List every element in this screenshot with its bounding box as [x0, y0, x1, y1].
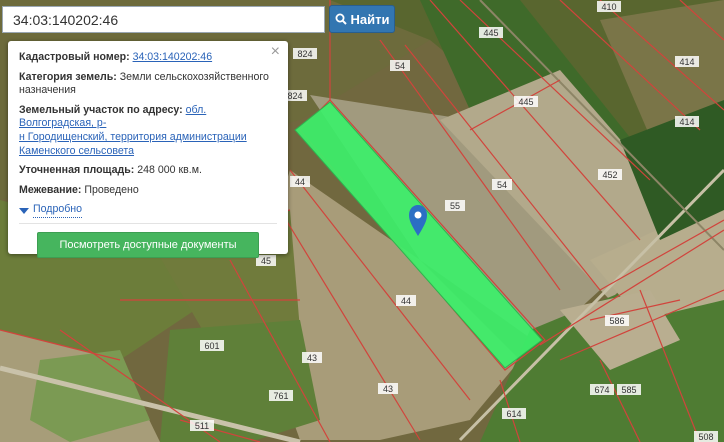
plot-label: 43	[302, 352, 322, 363]
plot-label: 614	[502, 408, 526, 419]
search-button-label: Найти	[350, 11, 390, 27]
land-category-row: Категория земель: Земли сельскохозяйстве…	[19, 71, 277, 98]
plot-label: 586	[605, 315, 629, 326]
svg-text:824: 824	[297, 49, 312, 59]
svg-text:445: 445	[483, 28, 498, 38]
svg-text:44: 44	[295, 177, 305, 187]
plot-label: 445	[479, 27, 503, 38]
plot-label: 54	[492, 179, 512, 190]
plot-label: 44	[396, 295, 416, 306]
address-link-cont-2[interactable]: Каменского сельсовета	[19, 145, 134, 157]
magnifier-icon	[335, 13, 347, 25]
cadastral-number-label: Кадастровый номер:	[19, 51, 130, 63]
svg-text:511: 511	[195, 421, 209, 431]
plot-label: 452	[598, 169, 622, 180]
svg-text:585: 585	[621, 385, 636, 395]
close-icon[interactable]: ×	[271, 44, 280, 60]
divider	[19, 222, 277, 224]
plot-label: 410	[597, 1, 621, 12]
plot-label: 761	[269, 390, 293, 401]
plot-label: 445	[514, 96, 538, 107]
details-link[interactable]: Подробно	[33, 203, 83, 218]
plot-label: 824	[293, 48, 317, 59]
svg-text:452: 452	[602, 170, 617, 180]
view-documents-button[interactable]: Посмотреть доступные документы	[37, 231, 259, 258]
svg-text:44: 44	[401, 296, 411, 306]
plot-label: 511	[190, 420, 214, 431]
land-category-value: Земли сельскохозяйственного	[119, 70, 269, 83]
svg-text:43: 43	[307, 353, 317, 363]
plot-label: 674	[590, 384, 614, 395]
survey-value: Проведено	[84, 183, 139, 196]
svg-text:54: 54	[395, 61, 405, 71]
svg-text:586: 586	[609, 316, 624, 326]
svg-text:45: 45	[261, 256, 271, 266]
plot-label: 43	[378, 383, 398, 394]
survey-label: Межевание:	[19, 183, 82, 196]
land-category-value-cont: назначения	[19, 84, 76, 97]
cadastral-number-link[interactable]: 34:03:140202:46	[133, 51, 213, 63]
plot-label: 414	[675, 116, 699, 127]
svg-text:54: 54	[497, 180, 507, 190]
survey-row: Межевание: Проведено	[19, 184, 277, 198]
svg-text:43: 43	[383, 384, 393, 394]
details-toggle[interactable]: Подробно	[19, 203, 277, 218]
address-row: Земельный участок по адресу: обл. Волгог…	[19, 104, 277, 158]
search-button[interactable]: Найти	[329, 5, 395, 33]
svg-text:414: 414	[679, 117, 694, 127]
cadastral-search-input[interactable]	[2, 6, 325, 33]
svg-text:445: 445	[518, 97, 533, 107]
plot-label: 44	[290, 176, 310, 187]
address-link-cont[interactable]: н Городищенский, территория администраци…	[19, 131, 247, 143]
plot-label: 54	[390, 60, 410, 71]
svg-text:601: 601	[204, 341, 219, 351]
cadastral-number-row: Кадастровый номер: 34:03:140202:46	[19, 51, 277, 65]
area-row: Уточненная площадь: 248 000 кв.м.	[19, 164, 277, 178]
svg-text:414: 414	[679, 57, 694, 67]
svg-text:614: 614	[506, 409, 521, 419]
plot-label: 508	[694, 431, 718, 442]
svg-text:410: 410	[601, 2, 616, 12]
plot-label: 601	[200, 340, 224, 351]
svg-text:824: 824	[287, 91, 302, 101]
area-value: 248 000 кв.м.	[137, 164, 202, 177]
triangle-down-icon	[19, 207, 29, 214]
address-label: Земельный участок по адресу:	[19, 103, 183, 116]
svg-text:674: 674	[594, 385, 609, 395]
plot-label: 585	[617, 384, 641, 395]
svg-text:55: 55	[450, 201, 460, 211]
svg-text:508: 508	[698, 432, 713, 442]
area-label: Уточненная площадь:	[19, 164, 135, 177]
land-category-label: Категория земель:	[19, 70, 117, 83]
plot-label: 55	[445, 200, 465, 211]
parcel-info-card: × Кадастровый номер: 34:03:140202:46 Кат…	[8, 41, 288, 258]
plot-label: 45	[256, 255, 276, 266]
plot-label: 414	[675, 56, 699, 67]
svg-text:761: 761	[273, 391, 288, 401]
